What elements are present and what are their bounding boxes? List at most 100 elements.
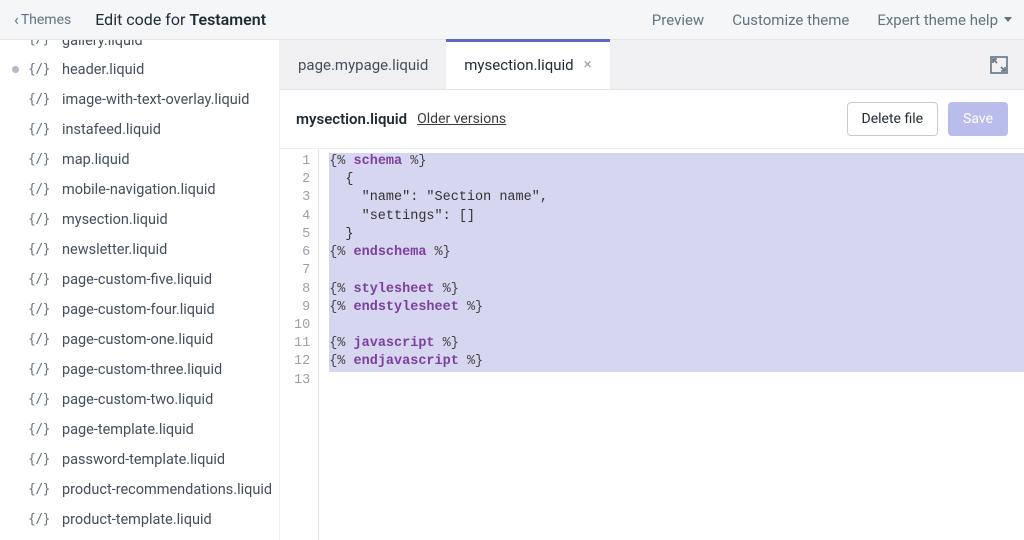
code-line[interactable]: {% javascript %} (329, 335, 1024, 353)
modified-dot-icon (12, 66, 19, 73)
file-item[interactable]: {/}product-template.liquid (0, 504, 279, 534)
file-sidebar[interactable]: {/} gallery.liquid {/} header.liquid {/} imag… (0, 40, 280, 540)
preview-link[interactable]: Preview (652, 11, 704, 29)
file-item[interactable]: {/} page-custom-four.liquid (0, 294, 279, 324)
file-item[interactable]: {/} gallery.liquid (0, 40, 279, 54)
liquid-file-icon: {/} (28, 212, 56, 227)
line-number: 9 (294, 299, 310, 317)
delete-file-button[interactable]: Delete file (847, 102, 939, 136)
file-name-label: gallery.liquid (62, 40, 143, 49)
line-number-gutter: 12345678910111213 (280, 149, 319, 540)
code-line[interactable] (329, 317, 1024, 335)
code-line[interactable]: } (329, 226, 1024, 244)
file-item[interactable]: {/} page-custom-one.liquid (0, 324, 279, 354)
file-item[interactable]: {/} instafeed.liquid (0, 114, 279, 144)
liquid-file-icon: {/} (28, 122, 56, 137)
line-number: 5 (294, 226, 310, 244)
file-item[interactable]: {/} product-recommendations.liquid (0, 474, 279, 504)
code-editor[interactable]: 12345678910111213 {% schema %} { "name":… (280, 149, 1024, 540)
file-item[interactable]: {/}map.liquid (0, 144, 279, 174)
line-number: 6 (294, 244, 310, 262)
liquid-file-icon: {/} (28, 392, 56, 407)
customize-theme-link[interactable]: Customize theme (732, 11, 849, 29)
liquid-file-icon: {/} (28, 152, 56, 167)
file-name-label: page-custom-two.liquid (62, 391, 213, 408)
code-line[interactable]: { (329, 171, 1024, 189)
line-number: 4 (294, 208, 310, 226)
file-name-label: image-with-text-overlay.liquid (62, 91, 249, 108)
liquid-file-icon: {/} (28, 182, 56, 197)
line-number: 1 (294, 153, 310, 171)
liquid-file-icon: {/} (28, 40, 56, 47)
file-name-label: page-template.liquid (62, 421, 194, 438)
liquid-file-icon: {/} (28, 482, 56, 497)
line-number: 13 (294, 372, 310, 390)
code-line[interactable]: {% stylesheet %} (329, 281, 1024, 299)
editor-area: page.mypage.liquid mysection.liquid × myse… (280, 40, 1024, 540)
code-line[interactable]: "settings": [] (329, 208, 1024, 226)
code-line[interactable]: {% schema %} (329, 153, 1024, 171)
liquid-file-icon: {/} (28, 452, 56, 467)
liquid-file-icon: {/} (28, 422, 56, 437)
liquid-file-icon: {/} (28, 242, 56, 257)
file-name-label: page-custom-one.liquid (62, 331, 213, 348)
expand-editor-button[interactable] (974, 40, 1024, 89)
file-name-label: product-template.liquid (62, 511, 212, 528)
file-item[interactable]: {/} page-template.liquid (0, 414, 279, 444)
older-versions-link[interactable]: Older versions (417, 111, 506, 127)
liquid-file-icon: {/} (28, 62, 56, 77)
chevron-left-icon: ‹ (14, 12, 19, 28)
editor-tabs: page.mypage.liquid mysection.liquid × (280, 40, 1024, 90)
current-filename: mysection.liquid (296, 110, 407, 128)
file-name-label: product-recommendations.liquid (62, 481, 272, 498)
code-line[interactable]: {% endjavascript %} (329, 353, 1024, 371)
code-line[interactable]: {% endstylesheet %} (329, 299, 1024, 317)
expand-icon (989, 55, 1009, 75)
file-item[interactable]: {/} mysection.liquid (0, 204, 279, 234)
file-item[interactable]: {/} page-custom-two.liquid (0, 384, 279, 414)
line-number: 2 (294, 171, 310, 189)
back-to-themes-link[interactable]: ‹ Themes (8, 8, 77, 32)
page-title: Edit code for Testament (95, 10, 266, 29)
liquid-file-icon: {/} (28, 302, 56, 317)
chevron-down-icon (1004, 17, 1012, 22)
tab-active[interactable]: mysection.liquid × (446, 40, 609, 89)
liquid-file-icon: {/} (28, 332, 56, 347)
code-line[interactable]: {% endschema %} (329, 244, 1024, 262)
file-name-label: instafeed.liquid (62, 121, 161, 138)
topbar: ‹ Themes Edit code for Testament Preview… (0, 0, 1024, 40)
file-header-bar: mysection.liquid Older versions Delete f… (280, 90, 1024, 149)
line-number: 12 (294, 353, 310, 371)
file-item[interactable]: {/}page-custom-five.liquid (0, 264, 279, 294)
file-item[interactable]: {/} newsletter.liquid (0, 234, 279, 264)
file-item[interactable]: {/} page-custom-three.liquid (0, 354, 279, 384)
code-line[interactable] (329, 262, 1024, 280)
file-name-label: newsletter.liquid (62, 241, 167, 258)
expert-help-dropdown[interactable]: Expert theme help (877, 11, 1012, 29)
tab-label: mysection.liquid (464, 56, 573, 74)
line-number: 7 (294, 262, 310, 280)
file-name-label: header.liquid (62, 61, 144, 78)
file-name-label: mobile-navigation.liquid (62, 181, 216, 198)
file-item[interactable]: {/} password-template.liquid (0, 444, 279, 474)
file-item[interactable]: {/} image-with-text-overlay.liquid (0, 84, 279, 114)
file-item[interactable]: {/} header.liquid (0, 54, 279, 84)
line-number: 11 (294, 335, 310, 353)
code-line[interactable] (329, 372, 1024, 390)
file-name-label: page-custom-five.liquid (62, 271, 212, 288)
liquid-file-icon: {/} (28, 92, 56, 107)
tab[interactable]: page.mypage.liquid (280, 40, 446, 89)
liquid-file-icon: {/} (28, 362, 56, 377)
back-label: Themes (21, 12, 71, 28)
code-content[interactable]: {% schema %} { "name": "Section name", "… (319, 149, 1024, 540)
file-name-label: page-custom-three.liquid (62, 361, 222, 378)
file-name-label: mysection.liquid (62, 211, 168, 228)
save-button[interactable]: Save (948, 102, 1008, 136)
code-line[interactable]: "name": "Section name", (329, 189, 1024, 207)
file-item[interactable]: {/} mobile-navigation.liquid (0, 174, 279, 204)
file-name-label: password-template.liquid (62, 451, 225, 468)
close-icon[interactable]: × (584, 57, 592, 72)
file-name-label: page-custom-four.liquid (62, 301, 215, 318)
line-number: 3 (294, 189, 310, 207)
line-number: 8 (294, 281, 310, 299)
